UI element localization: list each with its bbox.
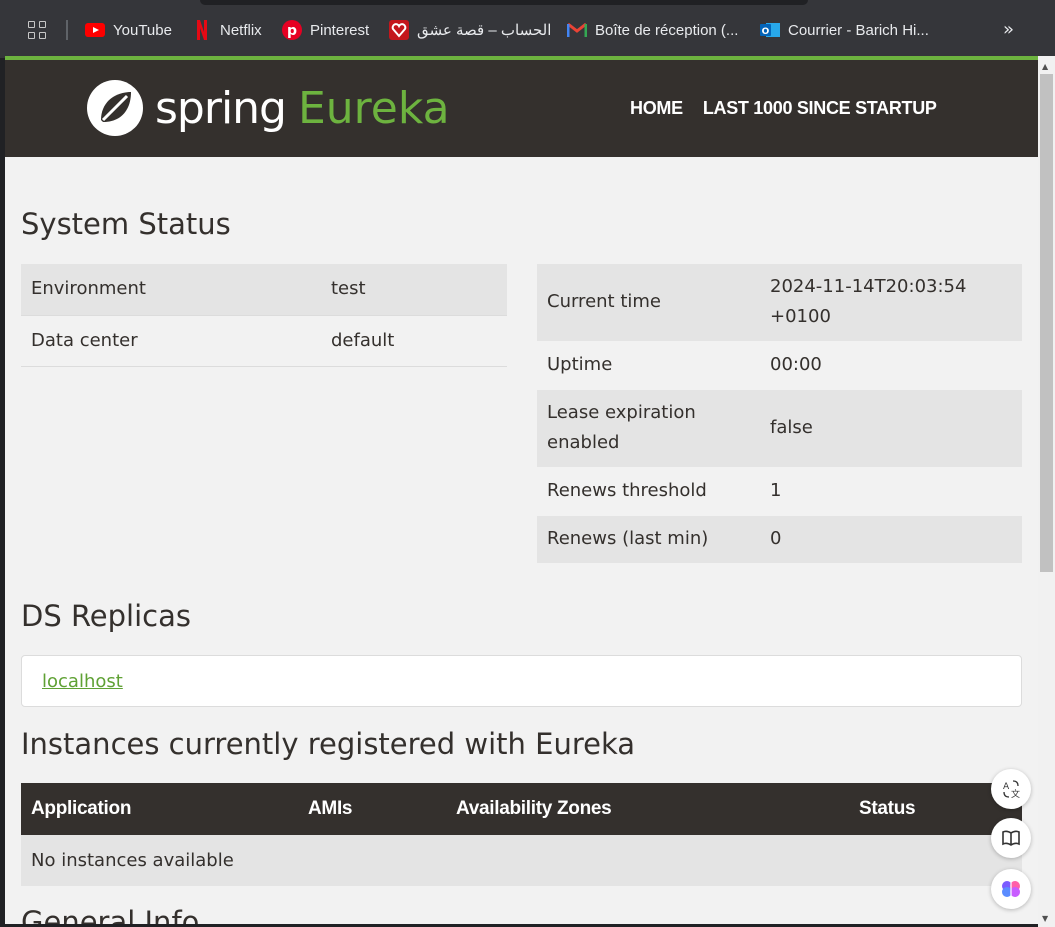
bookmark-youtube[interactable]: YouTube (85, 18, 172, 42)
page-viewport: spring Eureka HOME LAST 1000 SINCE START… (5, 56, 1038, 924)
bookmark-gmail[interactable]: Boîte de réception (... (567, 18, 738, 42)
table-header-row: Application AMIs Availability Zones Stat… (21, 783, 1022, 835)
status-key: Lease expiration enabled (547, 402, 696, 453)
table-row: Renews threshold 1 (537, 468, 1022, 516)
bookmark-arabic[interactable]: الحساب – قصة عشق (389, 18, 551, 42)
translate-button[interactable]: A 文 (991, 769, 1031, 809)
more-bookmarks-chevron-icon[interactable]: » (1003, 19, 1014, 40)
ds-replicas-heading: DS Replicas (21, 599, 191, 633)
system-status-heading: System Status (21, 207, 231, 241)
logo-eureka-text: Eureka (297, 82, 450, 134)
status-value: 1 (770, 480, 782, 501)
status-key: Uptime (547, 354, 613, 375)
bookmark-netflix[interactable]: Netflix (192, 18, 262, 42)
bookmark-label: الحساب – قصة عشق (417, 22, 552, 39)
table-row: Environment test (21, 264, 507, 315)
gmail-icon (567, 21, 587, 39)
no-instances-message: No instances available (21, 835, 1022, 886)
bookmark-label: Netflix (220, 21, 262, 39)
page-scrollbar[interactable]: ▲ ▼ (1038, 56, 1055, 927)
youtube-icon (85, 21, 105, 39)
ai-assistant-button[interactable] (991, 869, 1031, 909)
instances-table: Application AMIs Availability Zones Stat… (21, 783, 1022, 886)
translate-icon: A 文 (1003, 780, 1020, 799)
bookmark-label: Pinterest (310, 21, 370, 39)
nav-home-link[interactable]: HOME (630, 98, 683, 119)
column-header-amis: AMIs (298, 783, 446, 835)
heart-icon (389, 20, 409, 40)
book-icon (1002, 830, 1020, 846)
status-key: Environment (31, 278, 146, 300)
bookmark-label: Courrier - Barich Hi... (788, 21, 929, 39)
bookmarks-divider (66, 20, 68, 40)
table-row: Lease expiration enabled false (537, 389, 1022, 468)
scrollbar-thumb[interactable] (1040, 74, 1053, 572)
spring-eureka-logo[interactable]: spring Eureka (85, 78, 450, 138)
svg-text:O: O (762, 27, 770, 37)
status-key: Renews (last min) (547, 528, 709, 549)
scroll-up-arrow-icon[interactable]: ▲ (1042, 62, 1048, 71)
status-value: default (331, 329, 395, 351)
status-key: Data center (31, 329, 138, 351)
brain-icon (1002, 881, 1020, 897)
navbar: spring Eureka HOME LAST 1000 SINCE START… (5, 60, 1038, 157)
pinterest-icon: p (282, 20, 302, 40)
replica-localhost-link[interactable]: localhost (42, 671, 123, 692)
status-value: false (770, 417, 813, 438)
spring-leaf-icon (87, 80, 143, 136)
tab-strip-edge (200, 0, 808, 5)
bookmark-label: YouTube (113, 21, 172, 39)
table-row: No instances available (21, 835, 1022, 886)
svg-text:A: A (1003, 782, 1010, 792)
instances-heading: Instances currently registered with Eure… (21, 727, 636, 761)
svg-text:文: 文 (1011, 788, 1020, 799)
status-value: 00:00 (770, 354, 822, 375)
nav-links: HOME LAST 1000 SINCE STARTUP (630, 98, 937, 119)
status-value: 2024-11-14T20:03:54 +0100 (770, 276, 967, 327)
column-header-application: Application (21, 783, 298, 835)
bookmarks-bar: YouTube Netflix p Pinterest الحساب – قصة… (0, 0, 1055, 58)
system-status-table-left: Environment test Data center default (21, 264, 507, 367)
bookmark-outlook[interactable]: O Courrier - Barich Hi... (760, 18, 929, 42)
status-value: test (331, 278, 366, 300)
outlook-icon: O (760, 21, 780, 39)
system-status-table-right: Current time 2024-11-14T20:03:54 +0100 U… (537, 264, 1022, 564)
apps-grid-icon[interactable] (28, 21, 48, 41)
reader-button[interactable] (991, 818, 1031, 858)
table-row: Current time 2024-11-14T20:03:54 +0100 (537, 264, 1022, 342)
status-key: Current time (547, 291, 661, 312)
scroll-down-arrow-icon[interactable]: ▼ (1042, 914, 1048, 923)
table-row: Renews (last min) 0 (537, 515, 1022, 564)
netflix-icon (192, 20, 212, 40)
bookmark-label: Boîte de réception (... (595, 21, 739, 39)
table-row: Data center default (21, 315, 507, 366)
column-header-availability-zones: Availability Zones (446, 783, 849, 835)
svg-text:p: p (287, 23, 297, 39)
nav-last-1000-link[interactable]: LAST 1000 SINCE STARTUP (703, 98, 937, 119)
table-row: Uptime 00:00 (537, 342, 1022, 390)
general-info-heading: General Info (21, 905, 200, 924)
status-key: Renews threshold (547, 480, 707, 501)
bookmark-pinterest[interactable]: p Pinterest (282, 18, 369, 42)
status-value: 0 (770, 528, 782, 549)
logo-spring-text: spring (155, 82, 287, 134)
ds-replicas-list: localhost (21, 655, 1022, 707)
